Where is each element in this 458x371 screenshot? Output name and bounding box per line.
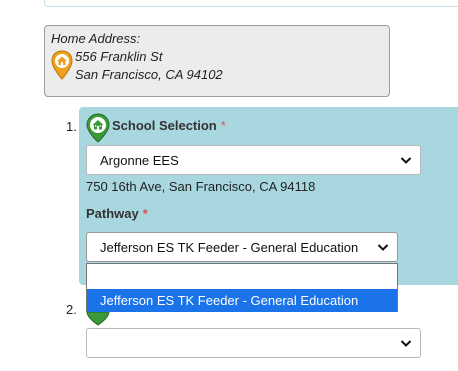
school-select-value: Argonne EES: [100, 153, 179, 168]
pathway-select-value: Jefferson ES TK Feeder - General Educati…: [100, 240, 359, 255]
school-address: 750 16th Ave, San Francisco, CA 94118: [86, 179, 316, 194]
section-1-number: 1.: [66, 119, 77, 134]
second-choice-select[interactable]: [86, 328, 421, 358]
pathway-option-empty[interactable]: [87, 264, 397, 288]
pathway-label: Pathway *: [86, 206, 148, 221]
home-address-street: 556 Franklin St: [75, 49, 163, 64]
pathway-select[interactable]: Jefferson ES TK Feeder - General Educati…: [86, 232, 398, 262]
location-pin-icon: [86, 312, 110, 326]
pathway-dropdown-list: Jefferson ES TK Feeder - General Educati…: [86, 263, 398, 312]
chevron-down-icon: [400, 157, 412, 164]
pathway-option-highlighted[interactable]: Jefferson ES TK Feeder - General Educati…: [87, 289, 397, 312]
school-selection-title: School Selection *: [112, 118, 226, 133]
school-select[interactable]: Argonne EES: [86, 145, 421, 175]
pathway-option-label: Jefferson ES TK Feeder - General Educati…: [100, 293, 359, 308]
required-marker: *: [220, 118, 226, 133]
section-2-number: 2.: [66, 302, 77, 317]
home-pin-icon: [51, 50, 73, 80]
pathway-required-marker: *: [142, 206, 148, 221]
chevron-down-icon: [377, 244, 389, 251]
chevron-down-icon: [400, 340, 412, 347]
previous-panel-edge: [44, 0, 458, 7]
pathway-label-text: Pathway: [86, 206, 139, 221]
school-selection-title-text: School Selection: [112, 118, 217, 133]
home-address-label: Home Address:: [51, 31, 141, 46]
school-pin-icon: [86, 113, 110, 143]
home-address-box: Home Address: 556 Franklin St San Franci…: [44, 25, 390, 97]
home-address-city: San Francisco, CA 94102: [75, 67, 223, 82]
